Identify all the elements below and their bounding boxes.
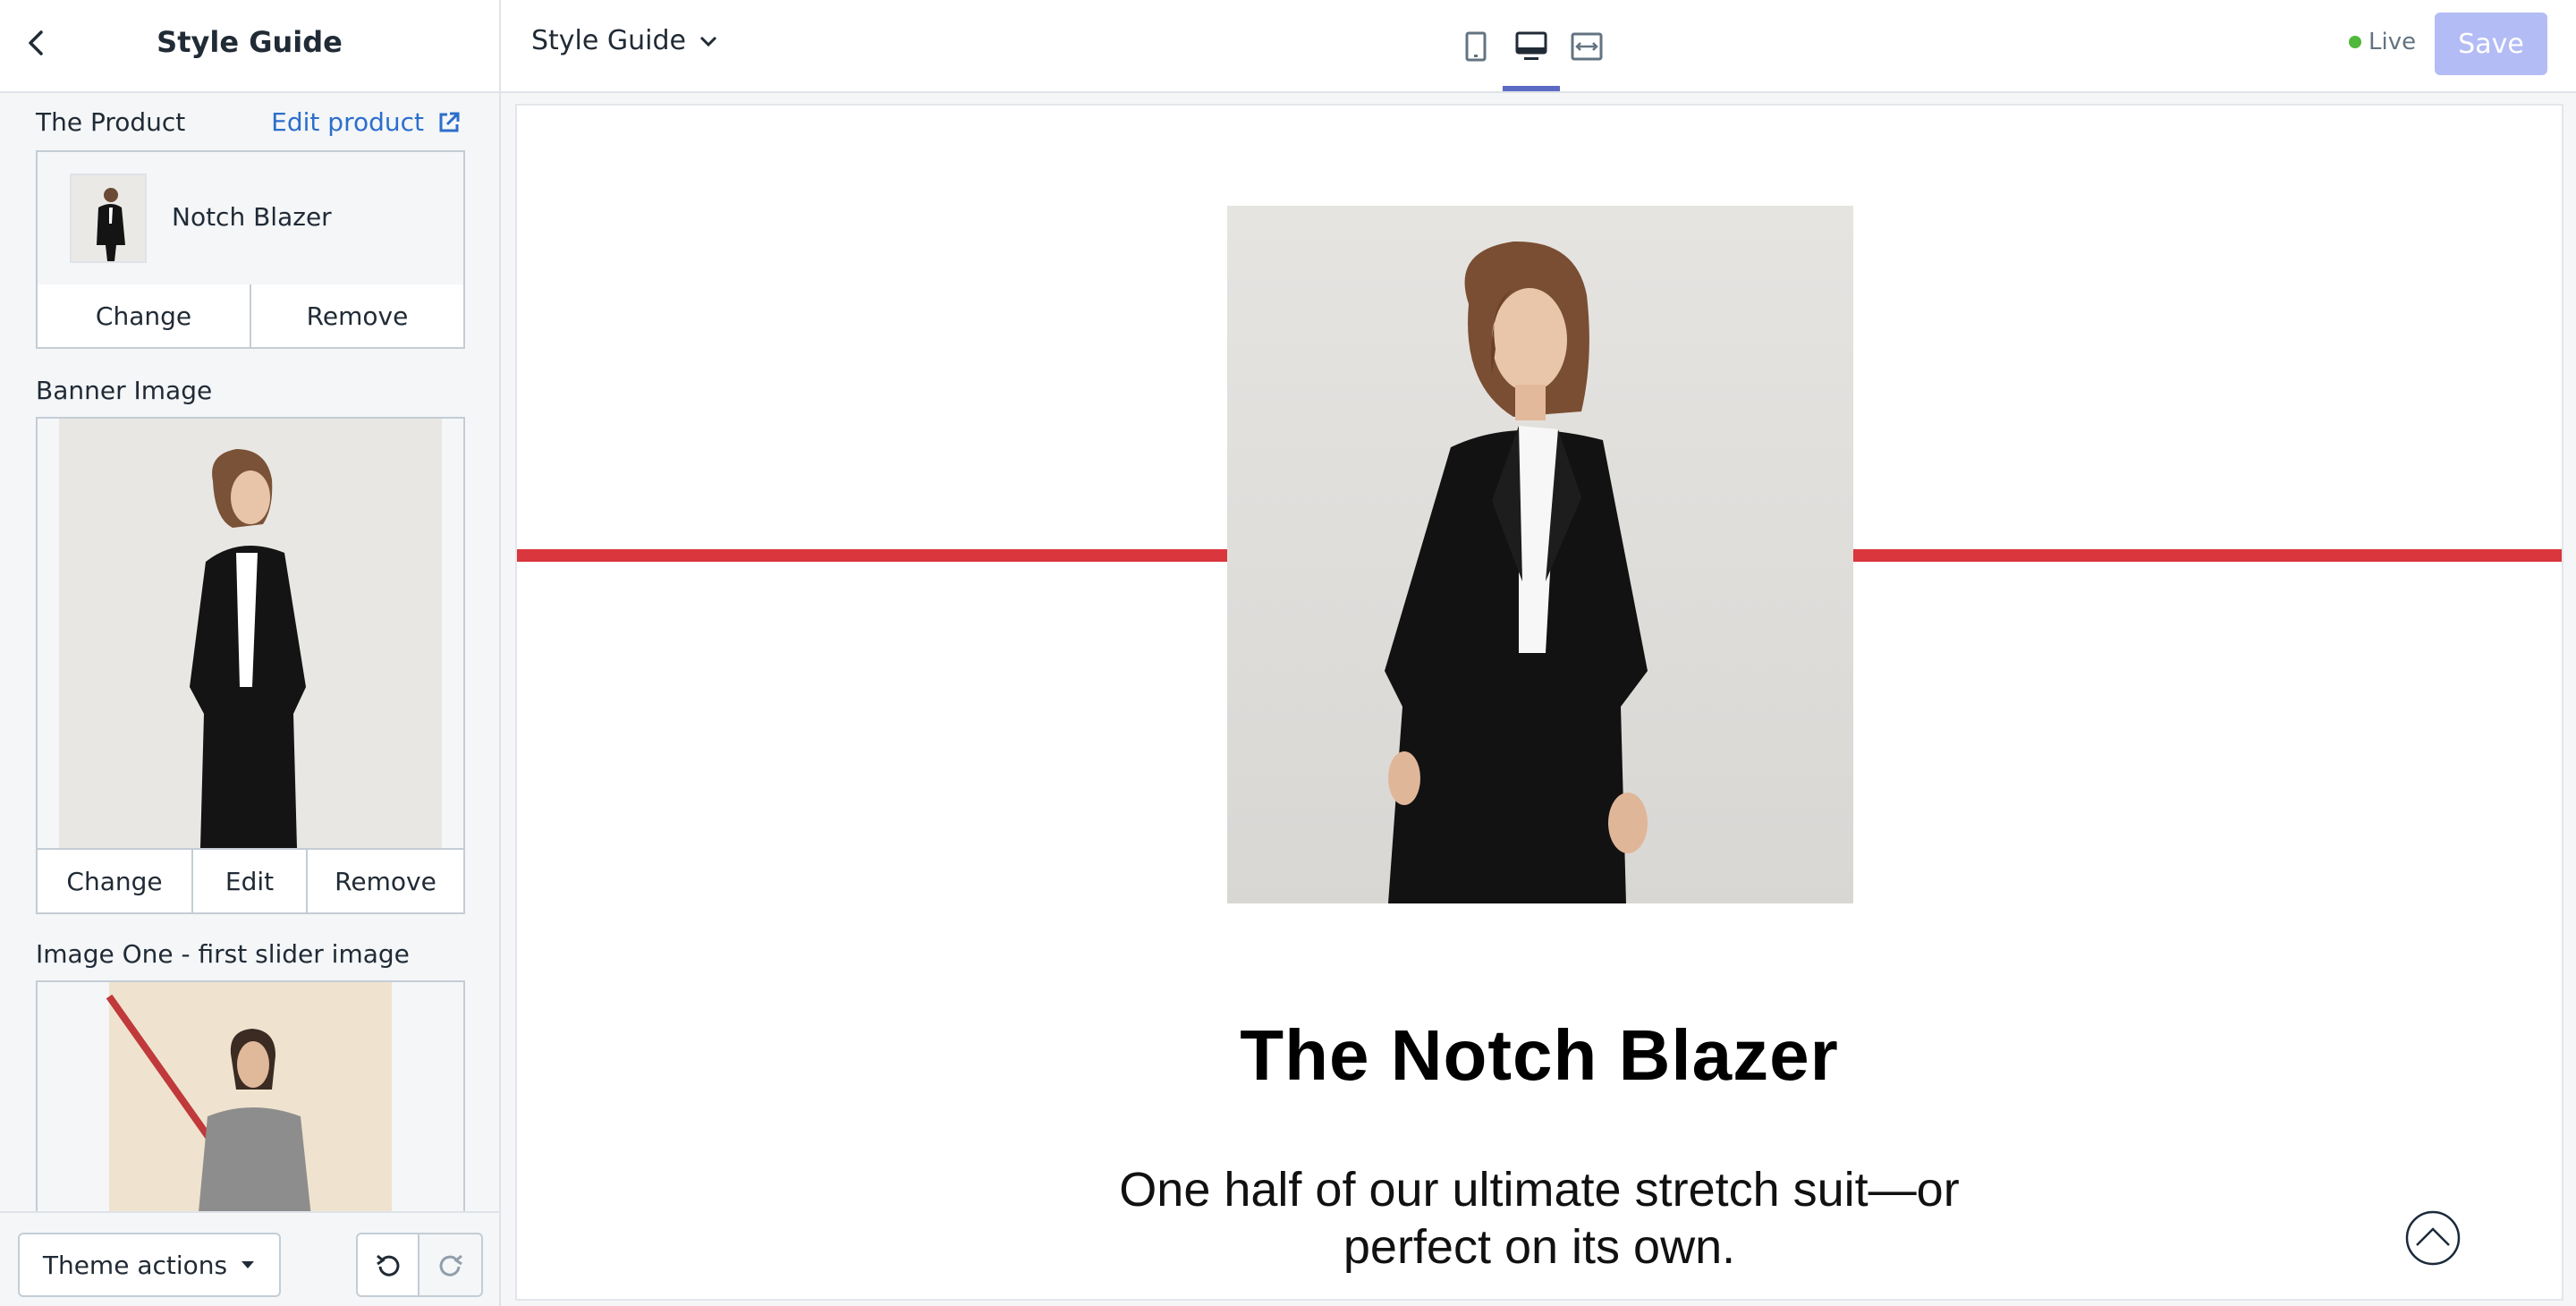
hero-model-image bbox=[1227, 206, 1853, 903]
sidebar-header: Style Guide bbox=[0, 0, 499, 93]
edit-product-label: Edit product bbox=[271, 107, 424, 137]
selected-product: Notch Blazer bbox=[38, 152, 463, 286]
scroll-to-top-button[interactable] bbox=[2404, 1209, 2462, 1267]
hero-image bbox=[1227, 206, 1853, 903]
banner-field-label: Banner Image bbox=[36, 376, 213, 405]
external-link-icon bbox=[439, 112, 460, 131]
full-width-view-button[interactable] bbox=[1563, 23, 1610, 70]
undo-icon bbox=[376, 1254, 399, 1276]
full-width-icon bbox=[1571, 32, 1603, 61]
caret-down-icon bbox=[242, 1261, 255, 1268]
product-name: Notch Blazer bbox=[172, 202, 332, 232]
desktop-view-button[interactable] bbox=[1508, 23, 1555, 70]
chevron-down-icon bbox=[699, 36, 717, 47]
edit-product-link[interactable]: Edit product bbox=[271, 107, 462, 137]
topbar: Style Guide Live Save bbox=[501, 0, 2576, 93]
banner-actions: Change Edit Remove bbox=[38, 850, 463, 912]
redo-button[interactable] bbox=[419, 1233, 483, 1297]
product-field-label: The Product bbox=[36, 107, 186, 137]
history-controls bbox=[356, 1233, 483, 1297]
status-badge: Live bbox=[2349, 29, 2416, 55]
undo-button[interactable] bbox=[356, 1233, 419, 1297]
product-description: One half of our ultimate stretch suit—or… bbox=[1119, 1163, 1960, 1274]
active-device-indicator bbox=[1503, 86, 1560, 91]
mobile-icon bbox=[1465, 31, 1487, 62]
mobile-view-button[interactable] bbox=[1453, 23, 1499, 70]
slider-image bbox=[38, 982, 463, 1211]
edit-banner-button[interactable]: Edit bbox=[193, 850, 308, 912]
remove-product-button[interactable]: Remove bbox=[251, 284, 463, 347]
store-preview[interactable]: The Notch Blazer One half of our ultimat… bbox=[517, 106, 2562, 1299]
slider-image-picker bbox=[36, 980, 465, 1211]
sidebar-footer: Theme actions bbox=[0, 1211, 499, 1306]
product-picker: Notch Blazer Change Remove bbox=[36, 150, 465, 349]
sidebar-title: Style Guide bbox=[157, 25, 343, 59]
remove-banner-button[interactable]: Remove bbox=[308, 850, 463, 912]
redo-icon bbox=[439, 1254, 462, 1276]
banner-image-preview[interactable] bbox=[38, 419, 463, 850]
sidebar: Style Guide The Product Edit product Not… bbox=[0, 0, 501, 1306]
product-title: The Notch Blazer bbox=[1240, 1015, 1839, 1095]
banner-image-picker: Change Edit Remove bbox=[36, 417, 465, 914]
product-actions: Change Remove bbox=[38, 284, 463, 347]
banner-image bbox=[38, 419, 463, 848]
product-thumbnail-image bbox=[72, 175, 145, 261]
sidebar-settings[interactable]: The Product Edit product Notch Blazer Ch… bbox=[0, 93, 499, 1211]
page-selector[interactable]: Style Guide bbox=[531, 25, 718, 56]
save-button[interactable]: Save bbox=[2435, 13, 2547, 75]
status-label: Live bbox=[2368, 29, 2417, 55]
live-dot-icon bbox=[2349, 36, 2361, 48]
slider-image-preview[interactable] bbox=[38, 982, 463, 1211]
desktop-icon bbox=[1515, 31, 1547, 60]
product-thumbnail bbox=[70, 174, 147, 263]
theme-actions-label: Theme actions bbox=[42, 1250, 228, 1280]
change-product-button[interactable]: Change bbox=[38, 284, 251, 347]
chevron-up-circle-icon bbox=[2405, 1210, 2461, 1266]
theme-actions-button[interactable]: Theme actions bbox=[18, 1233, 281, 1297]
change-banner-button[interactable]: Change bbox=[38, 850, 193, 912]
slider-image-field-label: Image One - first slider image bbox=[36, 939, 410, 969]
page-selector-label: Style Guide bbox=[531, 25, 686, 56]
